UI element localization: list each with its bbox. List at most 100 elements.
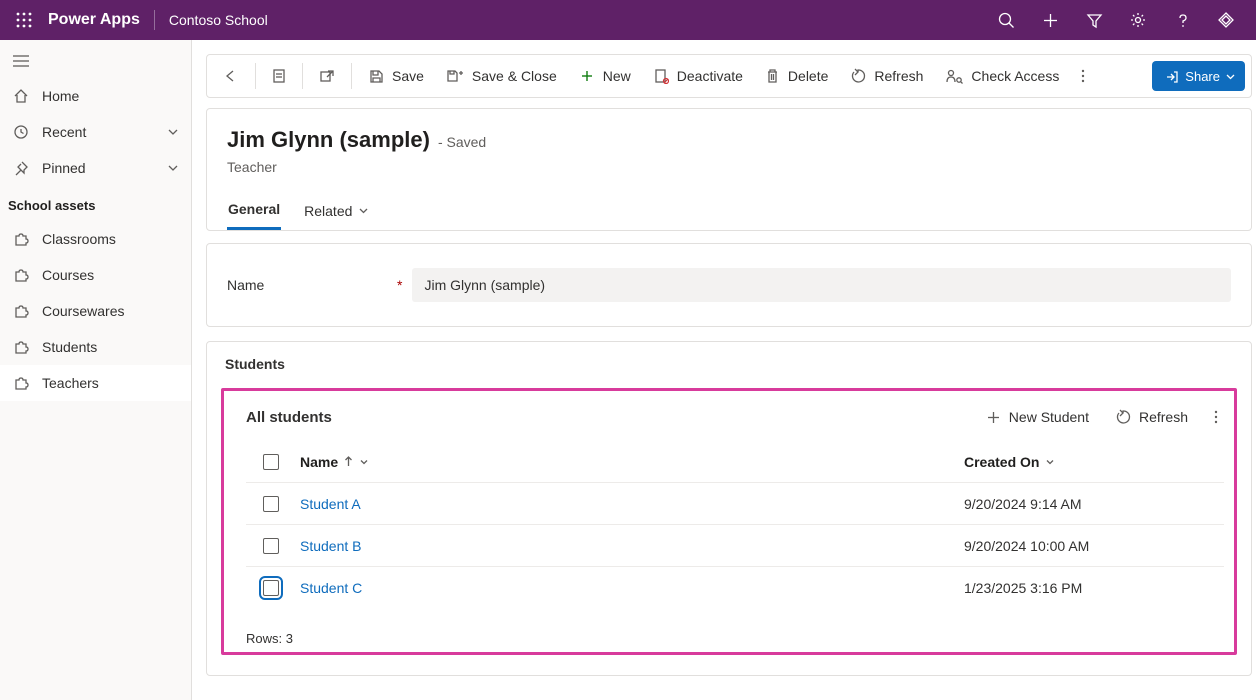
help-icon[interactable]	[1160, 0, 1204, 40]
row-created: 9/20/2024 9:14 AM	[964, 496, 1224, 512]
students-section: Students All students New Student Refres…	[206, 341, 1252, 676]
record-header: Jim Glynn (sample) - Saved Teacher Gener…	[206, 108, 1252, 231]
row-checkbox[interactable]	[263, 538, 279, 554]
gear-icon[interactable]	[1116, 0, 1160, 40]
command-bar: Save Save & Close New Deactivate Delete …	[206, 54, 1252, 98]
share-button[interactable]: Share	[1152, 61, 1245, 91]
save-button[interactable]: Save	[358, 60, 434, 92]
refresh-icon	[1115, 409, 1131, 425]
chevron-down-icon	[167, 162, 179, 174]
filter-icon[interactable]	[1072, 0, 1116, 40]
row-created: 9/20/2024 10:00 AM	[964, 538, 1224, 554]
clock-icon	[12, 124, 30, 140]
puzzle-icon	[12, 303, 30, 319]
highlight-box: All students New Student Refresh	[221, 388, 1237, 655]
trash-icon	[765, 68, 780, 84]
new-student-button[interactable]: New Student	[980, 405, 1095, 429]
sort-asc-icon	[344, 456, 353, 467]
row-link[interactable]: Student B	[300, 538, 362, 554]
tab-related[interactable]: Related	[303, 193, 370, 230]
chevron-down-icon	[358, 205, 369, 216]
check-access-button[interactable]: Check Access	[935, 60, 1069, 92]
form-card: Name *	[206, 243, 1252, 327]
open-new-icon[interactable]	[309, 60, 345, 92]
puzzle-icon	[12, 267, 30, 283]
nav-coursewares[interactable]: Coursewares	[0, 293, 191, 329]
divider	[154, 10, 155, 30]
add-icon[interactable]	[1028, 0, 1072, 40]
chevron-down-icon	[359, 457, 369, 467]
nav-label: Recent	[42, 124, 86, 140]
hamburger-icon[interactable]	[0, 40, 191, 78]
app-icon[interactable]	[1204, 0, 1248, 40]
row-link[interactable]: Student C	[300, 580, 362, 596]
nav-recent[interactable]: Recent	[0, 114, 191, 150]
nav-label: Students	[42, 339, 97, 355]
nav-students[interactable]: Students	[0, 329, 191, 365]
table-row[interactable]: Student A 9/20/2024 9:14 AM	[246, 483, 1224, 525]
nav-label: Pinned	[42, 160, 86, 176]
record-saved-label: - Saved	[438, 134, 486, 150]
row-checkbox[interactable]	[263, 496, 279, 512]
chevron-down-icon	[167, 126, 179, 138]
record-title: Jim Glynn (sample)	[227, 127, 430, 153]
name-input[interactable]	[412, 268, 1231, 302]
nav-label: Classrooms	[42, 231, 116, 247]
back-button[interactable]	[213, 60, 249, 92]
nav-group-title: School assets	[0, 186, 191, 221]
nav-teachers[interactable]: Teachers	[0, 365, 191, 401]
tab-general[interactable]: General	[227, 193, 281, 230]
record-subtype: Teacher	[227, 159, 1231, 175]
nav-label: Coursewares	[42, 303, 124, 319]
column-created[interactable]: Created On	[964, 454, 1224, 470]
select-all-checkbox[interactable]	[263, 454, 279, 470]
name-label: Name	[227, 277, 397, 293]
save-icon	[368, 68, 384, 84]
table-row[interactable]: Student C 1/23/2025 3:16 PM	[246, 567, 1224, 609]
nav-label: Courses	[42, 267, 94, 283]
share-icon	[1164, 69, 1179, 84]
puzzle-icon	[12, 339, 30, 355]
new-button[interactable]: New	[569, 60, 641, 92]
form-selector-icon[interactable]	[262, 60, 296, 92]
deactivate-button[interactable]: Deactivate	[643, 60, 753, 92]
nav-classrooms[interactable]: Classrooms	[0, 221, 191, 257]
nav-home[interactable]: Home	[0, 78, 191, 114]
subgrid-title: All students	[246, 409, 332, 426]
section-title: Students	[225, 356, 1237, 372]
sidebar: Home Recent Pinned School assets Classro…	[0, 40, 192, 700]
plus-icon	[579, 68, 595, 84]
rows-footer: Rows: 3	[246, 631, 1224, 646]
chevron-down-icon	[1045, 457, 1055, 467]
nav-pinned[interactable]: Pinned	[0, 150, 191, 186]
record-tabs: General Related	[227, 193, 1231, 230]
refresh-button[interactable]: Refresh	[840, 60, 933, 92]
chevron-down-icon	[1226, 72, 1235, 81]
top-bar: Power Apps Contoso School	[0, 0, 1256, 40]
brand-name[interactable]: Power Apps	[48, 11, 140, 29]
plus-icon	[986, 410, 1001, 425]
search-icon[interactable]	[984, 0, 1028, 40]
refresh-icon	[850, 68, 866, 84]
subgrid-more-icon[interactable]	[1208, 405, 1224, 429]
row-link[interactable]: Student A	[300, 496, 361, 512]
save-close-button[interactable]: Save & Close	[436, 60, 567, 92]
home-icon	[12, 88, 30, 104]
app-launcher-icon[interactable]	[8, 4, 40, 36]
column-name[interactable]: Name	[296, 454, 964, 470]
required-icon: *	[397, 277, 402, 293]
main-content: Save Save & Close New Deactivate Delete …	[192, 40, 1256, 700]
subgrid-refresh-button[interactable]: Refresh	[1109, 405, 1194, 429]
row-created: 1/23/2025 3:16 PM	[964, 580, 1224, 596]
puzzle-icon	[12, 375, 30, 391]
more-commands-icon[interactable]	[1071, 68, 1095, 84]
row-checkbox[interactable]	[263, 580, 279, 596]
deactivate-icon	[653, 68, 669, 84]
table-row[interactable]: Student B 9/20/2024 10:00 AM	[246, 525, 1224, 567]
nav-courses[interactable]: Courses	[0, 257, 191, 293]
delete-button[interactable]: Delete	[755, 60, 838, 92]
check-access-icon	[945, 68, 963, 84]
puzzle-icon	[12, 231, 30, 247]
nav-label: Teachers	[42, 375, 99, 391]
environment-name[interactable]: Contoso School	[169, 12, 268, 28]
